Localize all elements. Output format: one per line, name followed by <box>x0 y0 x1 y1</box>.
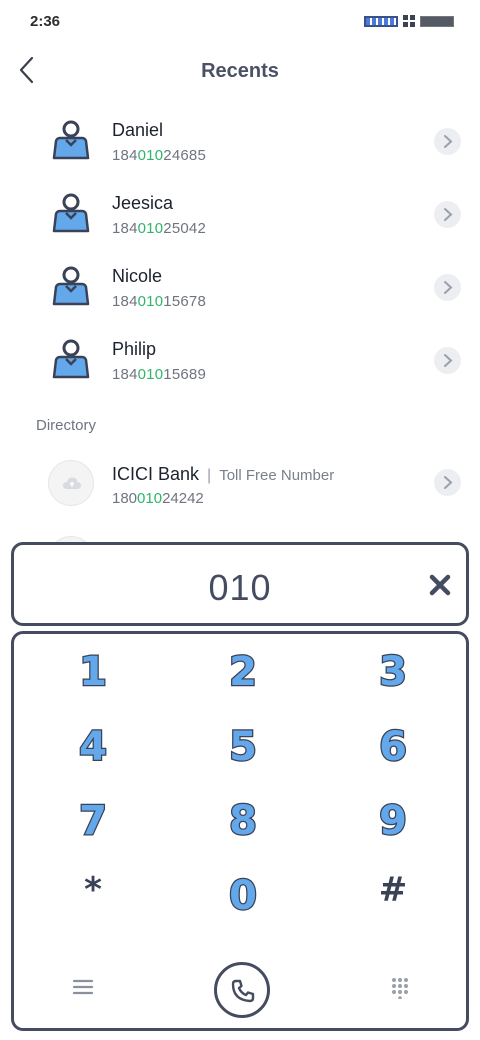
key-0[interactable]: 0 <box>198 866 288 926</box>
detail-button[interactable] <box>434 128 461 155</box>
dial-keypad: 1 2 3 4 5 6 7 8 9 * 0 # <box>11 631 469 1031</box>
detail-button[interactable] <box>434 201 461 228</box>
page-title: Recents <box>201 60 279 82</box>
clear-button[interactable] <box>428 573 452 597</box>
key-hash[interactable]: # <box>348 860 438 920</box>
phone-icon <box>231 979 255 1003</box>
chevron-right-icon <box>444 208 453 221</box>
call-button[interactable] <box>214 962 270 1018</box>
dial-input-box[interactable]: 010 <box>11 542 469 626</box>
chevron-right-icon <box>444 476 453 489</box>
status-bar: 2:36 <box>0 0 480 44</box>
detail-button[interactable] <box>434 347 461 374</box>
recents-list: Daniel 18401024685 Jeesica 18401025042 N… <box>0 104 480 396</box>
detail-button[interactable] <box>434 469 461 496</box>
chevron-right-icon <box>444 354 453 367</box>
key-6[interactable]: 6 <box>348 717 438 777</box>
contact-name: Philip <box>112 339 157 359</box>
hamburger-icon <box>72 979 94 995</box>
signal-icon <box>364 15 398 27</box>
battery-icon <box>420 15 454 27</box>
chevron-right-icon <box>444 281 453 294</box>
keypad-toggle-button[interactable] <box>390 977 410 1004</box>
contact-number: 18401025042 <box>112 220 206 237</box>
key-7[interactable]: 7 <box>48 791 138 851</box>
contact-row-daniel[interactable]: Daniel 18401024685 <box>0 104 480 177</box>
cloud-icon <box>63 477 81 489</box>
directory-label: Directory <box>36 417 97 434</box>
contact-number: 18401015678 <box>112 293 206 310</box>
menu-button[interactable] <box>72 978 94 1001</box>
directory-row-icici[interactable]: ICICI Bank | Toll Free Number 18001024242 <box>0 452 480 522</box>
directory-number: 18001024242 <box>112 490 204 507</box>
dialpad-icon <box>392 978 408 1000</box>
dial-input-value[interactable]: 010 <box>14 567 466 609</box>
apps-icon <box>403 15 415 27</box>
contact-row-nicole[interactable]: Nicole 18401015678 <box>0 250 480 323</box>
contact-number: 18401024685 <box>112 147 206 164</box>
key-8[interactable]: 8 <box>198 791 288 851</box>
key-star[interactable]: * <box>48 860 138 920</box>
key-1[interactable]: 1 <box>48 642 138 702</box>
person-icon <box>52 120 90 160</box>
person-icon <box>52 193 90 233</box>
chevron-right-icon <box>444 135 453 148</box>
contact-name: Nicole <box>112 266 163 286</box>
header: Recents <box>0 44 480 98</box>
person-icon <box>52 339 90 379</box>
status-icons <box>364 15 454 27</box>
contact-name: Jeesica <box>112 193 174 213</box>
directory-name: ICICI Bank | Toll Free Number <box>112 464 335 484</box>
close-icon <box>429 574 451 596</box>
status-time: 2:36 <box>30 13 61 30</box>
key-9[interactable]: 9 <box>348 791 438 851</box>
detail-button[interactable] <box>434 274 461 301</box>
key-2[interactable]: 2 <box>198 642 288 702</box>
key-4[interactable]: 4 <box>48 717 138 777</box>
contact-row-philip[interactable]: Philip 18401015689 <box>0 323 480 396</box>
contact-row-jeesica[interactable]: Jeesica 18401025042 <box>0 177 480 250</box>
key-3[interactable]: 3 <box>348 642 438 702</box>
directory-avatar <box>48 460 94 506</box>
contact-name: Daniel <box>112 120 164 140</box>
contact-number: 18401015689 <box>112 366 206 383</box>
key-5[interactable]: 5 <box>198 717 288 777</box>
person-icon <box>52 266 90 306</box>
